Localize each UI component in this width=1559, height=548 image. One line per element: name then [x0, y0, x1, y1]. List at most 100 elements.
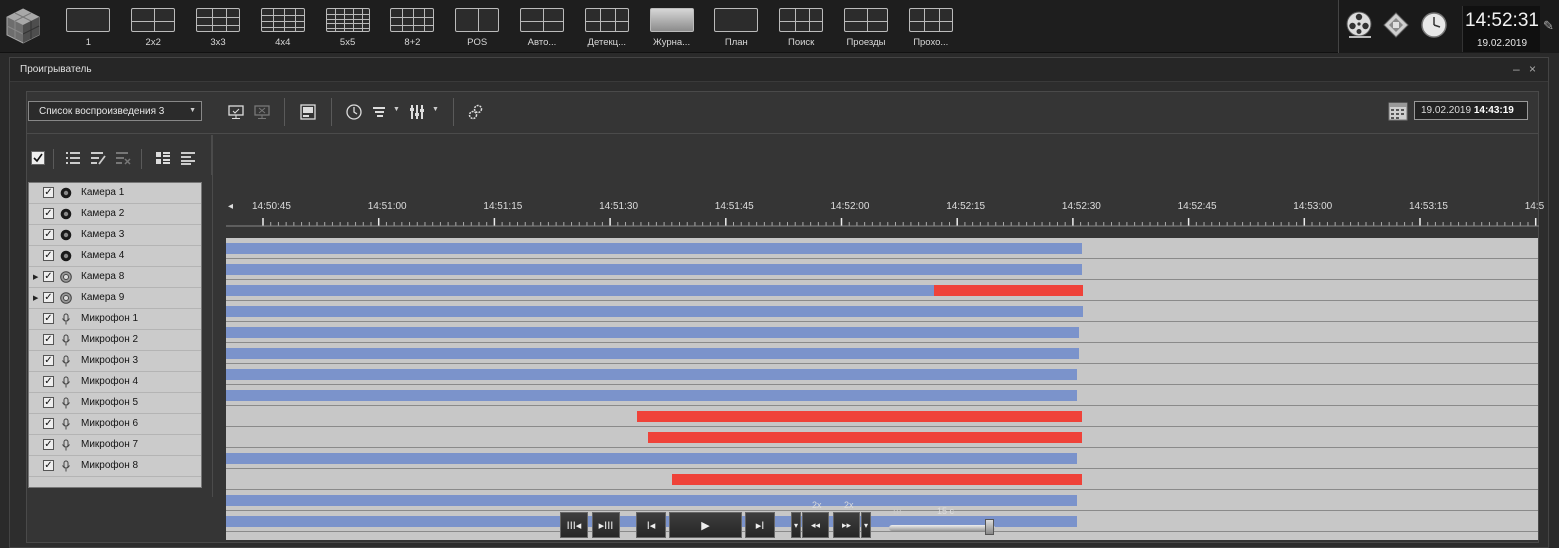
calendar-icon[interactable]	[1388, 101, 1408, 121]
list-remove-icon[interactable]	[115, 150, 131, 166]
source-checkbox[interactable]: ✓	[43, 460, 54, 471]
step-forward-button[interactable]: ▸III	[592, 512, 620, 538]
timeline-track[interactable]	[226, 427, 1538, 448]
play-button[interactable]: ▶	[669, 512, 742, 538]
scale-slider[interactable]	[889, 525, 995, 531]
events-diamond-icon[interactable]	[1381, 10, 1411, 40]
recording-segment[interactable]	[647, 432, 1083, 443]
source-row[interactable]: ✓ Микрофон 7	[29, 435, 201, 456]
source-row[interactable]: ▶ ✓ Камера 8	[29, 267, 201, 288]
layout-button[interactable]: 5x5	[315, 8, 380, 52]
source-row[interactable]: ✓ Микрофон 4	[29, 372, 201, 393]
recording-segment[interactable]	[226, 243, 1083, 254]
recording-segment[interactable]	[226, 348, 1080, 359]
timeline-tracks[interactable]	[226, 238, 1538, 540]
window-titlebar[interactable]: Проигрыватель – ×	[10, 58, 1548, 82]
layout-button[interactable]: 1	[56, 8, 121, 52]
source-row[interactable]: ✓ Камера 4	[29, 246, 201, 267]
timeline-track[interactable]	[226, 238, 1538, 259]
source-checkbox[interactable]: ✓	[43, 229, 54, 240]
layout-button[interactable]: Авто...	[510, 8, 575, 52]
close-button[interactable]: ×	[1529, 62, 1536, 76]
recording-segment[interactable]	[934, 285, 1084, 296]
timeline-track[interactable]	[226, 469, 1538, 490]
source-row[interactable]: ✓ Камера 3	[29, 225, 201, 246]
recording-segment[interactable]	[636, 411, 1083, 422]
list-edit-icon[interactable]	[90, 150, 106, 166]
timeline-ruler[interactable]: ◂ 14:50:45 14:51:00 14:51:15 14:51:30 14:51:…	[222, 178, 1544, 242]
layout-button[interactable]: Проезды	[834, 8, 899, 52]
source-checkbox[interactable]: ✓	[43, 292, 54, 303]
previous-button[interactable]: I◂	[636, 512, 666, 538]
source-row[interactable]: ✓ Микрофон 6	[29, 414, 201, 435]
layout-button[interactable]: Детекц...	[574, 8, 639, 52]
recording-segment[interactable]	[226, 390, 1077, 401]
system-clock[interactable]: 14:52:31 19.02.2019	[1462, 6, 1540, 52]
recording-segment[interactable]	[226, 327, 1080, 338]
timeline-track[interactable]	[226, 406, 1538, 427]
settings-gears-icon[interactable]	[467, 103, 485, 121]
detail-view-icon[interactable]	[180, 150, 196, 166]
history-clock-icon[interactable]	[345, 103, 363, 121]
rewind-button[interactable]: ◂◂	[802, 512, 829, 538]
timeline-track[interactable]	[226, 301, 1538, 322]
next-button[interactable]: ▸I	[745, 512, 775, 538]
recording-segment[interactable]	[226, 306, 1084, 317]
recording-segment[interactable]	[226, 453, 1077, 464]
chevron-down-icon[interactable]: ▼	[393, 106, 400, 113]
layout-button[interactable]: Журна...	[639, 8, 704, 52]
timeline-scroll-left-icon[interactable]: ◂	[228, 201, 233, 212]
fast-forward-button[interactable]: ▸▸	[833, 512, 860, 538]
source-row[interactable]: ✓ Микрофон 1	[29, 309, 201, 330]
source-checkbox[interactable]: ✓	[43, 376, 54, 387]
source-checkbox[interactable]: ✓	[43, 250, 54, 261]
source-checkbox[interactable]: ✓	[43, 187, 54, 198]
timeline-track[interactable]	[226, 280, 1538, 301]
grid-view-icon[interactable]	[155, 150, 171, 166]
source-row[interactable]: ✓ Камера 2	[29, 204, 201, 225]
timeline-track[interactable]	[226, 364, 1538, 385]
expand-arrow-icon[interactable]: ▶	[33, 273, 38, 281]
layout-button[interactable]: POS	[445, 8, 510, 52]
minimize-button[interactable]: –	[1513, 62, 1520, 76]
layout-button[interactable]: Поиск	[769, 8, 834, 52]
forward-speed-dropdown[interactable]: ▾	[861, 512, 871, 538]
source-checkbox[interactable]: ✓	[43, 355, 54, 366]
source-checkbox[interactable]: ✓	[43, 439, 54, 450]
source-checkbox[interactable]: ✓	[43, 418, 54, 429]
layout-button[interactable]: Прохо...	[898, 8, 963, 52]
layout-button[interactable]: План	[704, 8, 769, 52]
pin-icon[interactable]: ✎	[1543, 18, 1554, 34]
select-all-checkbox[interactable]	[31, 151, 45, 165]
app-logo-cube-icon[interactable]	[4, 6, 42, 46]
layout-button[interactable]: 2x2	[121, 8, 186, 52]
layout-button[interactable]: 8+2	[380, 8, 445, 52]
layout-button[interactable]: 3x3	[186, 8, 251, 52]
rewind-speed-dropdown[interactable]: ▾	[791, 512, 801, 538]
timeline-track[interactable]	[226, 259, 1538, 280]
source-checkbox[interactable]: ✓	[43, 271, 54, 282]
source-checkbox[interactable]: ✓	[43, 397, 54, 408]
source-row[interactable]: ✓ Камера 1	[29, 183, 201, 204]
source-row[interactable]: ✓ Микрофон 3	[29, 351, 201, 372]
expand-arrow-icon[interactable]: ▶	[33, 294, 38, 302]
source-row[interactable]: ✓ Микрофон 5	[29, 393, 201, 414]
recording-segment[interactable]	[226, 264, 1083, 275]
list-view-icon[interactable]	[65, 150, 81, 166]
datetime-field[interactable]: 19.02.2019 14:43:19	[1414, 101, 1528, 120]
source-row[interactable]: ✓ Микрофон 8	[29, 456, 201, 477]
recording-segment[interactable]	[226, 285, 935, 296]
layout-button[interactable]: 4x4	[250, 8, 315, 52]
recording-segment[interactable]	[226, 369, 1077, 380]
source-row[interactable]: ▶ ✓ Камера 9	[29, 288, 201, 309]
step-back-button[interactable]: III◂	[560, 512, 588, 538]
clock-icon[interactable]	[1419, 10, 1449, 40]
monitor-icon[interactable]	[227, 103, 245, 121]
source-row[interactable]: ✓ Микрофон 2	[29, 330, 201, 351]
timeline-track[interactable]	[226, 322, 1538, 343]
source-checkbox[interactable]: ✓	[43, 313, 54, 324]
timeline-track[interactable]	[226, 343, 1538, 364]
chevron-down-icon[interactable]: ▼	[432, 106, 439, 113]
timeline-track[interactable]	[226, 448, 1538, 469]
equalizer-icon[interactable]	[408, 103, 426, 121]
